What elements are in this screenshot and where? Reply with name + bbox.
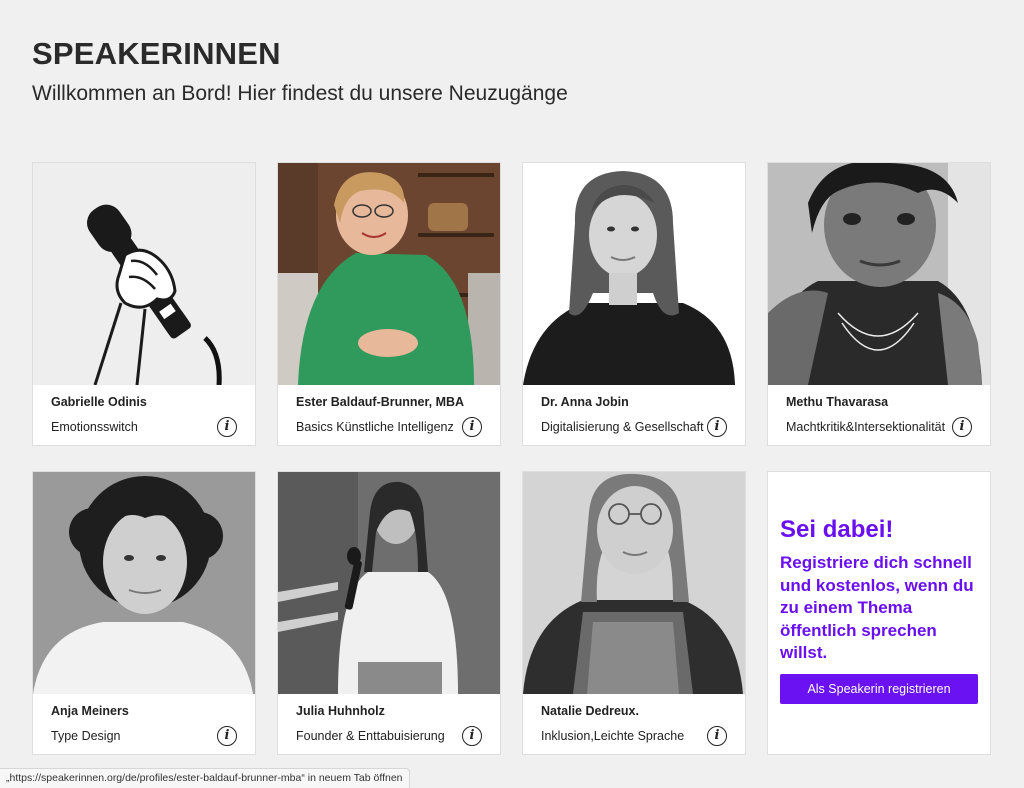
portrait-photo: [33, 472, 255, 694]
portrait-photo: [278, 163, 500, 385]
register-speaker-button[interactable]: Als Speakerin registrieren: [780, 674, 978, 704]
speaker-photo[interactable]: [33, 472, 255, 694]
info-icon[interactable]: i: [217, 726, 237, 746]
portrait-photo: [523, 472, 745, 694]
speaker-card-anja-meiners[interactable]: Anja Meiners Type Design i: [32, 471, 256, 755]
speaker-topic: Machtkritik&Intersektionalität: [786, 420, 946, 434]
speaker-card-gabrielle-odinis[interactable]: Gabrielle Odinis Emotionsswitch i: [32, 162, 256, 446]
speaker-topic: Type Design: [51, 729, 121, 743]
portrait-photo: [523, 163, 745, 385]
page-subtitle: Willkommen an Bord! Hier findest du unse…: [32, 82, 568, 105]
speaker-card-ester-baldauf-brunner[interactable]: Ester Baldauf-Brunner, MBA Basics Künstl…: [277, 162, 501, 446]
info-icon[interactable]: i: [462, 726, 482, 746]
info-icon[interactable]: i: [707, 726, 727, 746]
browser-status-bar: „https://speakerinnen.org/de/profiles/es…: [0, 768, 410, 788]
speaker-name[interactable]: Julia Huhnholz: [296, 704, 385, 718]
speaker-card-anna-jobin[interactable]: Dr. Anna Jobin Digitalisierung & Gesells…: [522, 162, 746, 446]
speaker-topic: Founder & Enttabuisierung: [296, 729, 445, 743]
speaker-grid: Gabrielle Odinis Emotionsswitch i Ester …: [32, 162, 992, 756]
microphone-hand-icon: [33, 163, 255, 385]
page-title: SPEAKERINNEN: [32, 36, 281, 71]
portrait-photo: [768, 163, 990, 385]
speaker-name[interactable]: Gabrielle Odinis: [51, 395, 147, 409]
speaker-name[interactable]: Anja Meiners: [51, 704, 129, 718]
speaker-card-julia-huhnholz[interactable]: Julia Huhnholz Founder & Enttabuisierung…: [277, 471, 501, 755]
speaker-photo[interactable]: [523, 163, 745, 385]
info-icon[interactable]: i: [952, 417, 972, 437]
register-cta-card: Sei dabei! Registriere dich schnell und …: [767, 471, 991, 755]
speaker-photo[interactable]: [768, 163, 990, 385]
speaker-name[interactable]: Dr. Anna Jobin: [541, 395, 629, 409]
speaker-topic: Basics Künstliche Intelligenz: [296, 420, 454, 434]
speaker-name[interactable]: Natalie Dedreux.: [541, 704, 639, 718]
speaker-photo-placeholder[interactable]: [33, 163, 255, 385]
speaker-topic: Digitalisierung & Gesellschaft: [541, 420, 704, 434]
cta-text: Registriere dich schnell und kostenlos, …: [780, 553, 974, 662]
speaker-name[interactable]: Ester Baldauf-Brunner, MBA: [296, 395, 464, 409]
portrait-photo: [278, 472, 500, 694]
info-icon[interactable]: i: [217, 417, 237, 437]
cta-title: Sei dabei!: [780, 516, 894, 543]
speaker-topic: Inklusion,Leichte Sprache: [541, 729, 685, 743]
speaker-photo[interactable]: [278, 163, 500, 385]
info-icon[interactable]: i: [462, 417, 482, 437]
speaker-name[interactable]: Methu Thavarasa: [786, 395, 888, 409]
speaker-topic: Emotionsswitch: [51, 420, 138, 434]
info-icon[interactable]: i: [707, 417, 727, 437]
speaker-photo[interactable]: [278, 472, 500, 694]
speaker-card-methu-thavarasa[interactable]: Methu Thavarasa Machtkritik&Intersektion…: [767, 162, 991, 446]
speaker-card-natalie-dedreux[interactable]: Natalie Dedreux. Inklusion,Leichte Sprac…: [522, 471, 746, 755]
speaker-photo[interactable]: [523, 472, 745, 694]
